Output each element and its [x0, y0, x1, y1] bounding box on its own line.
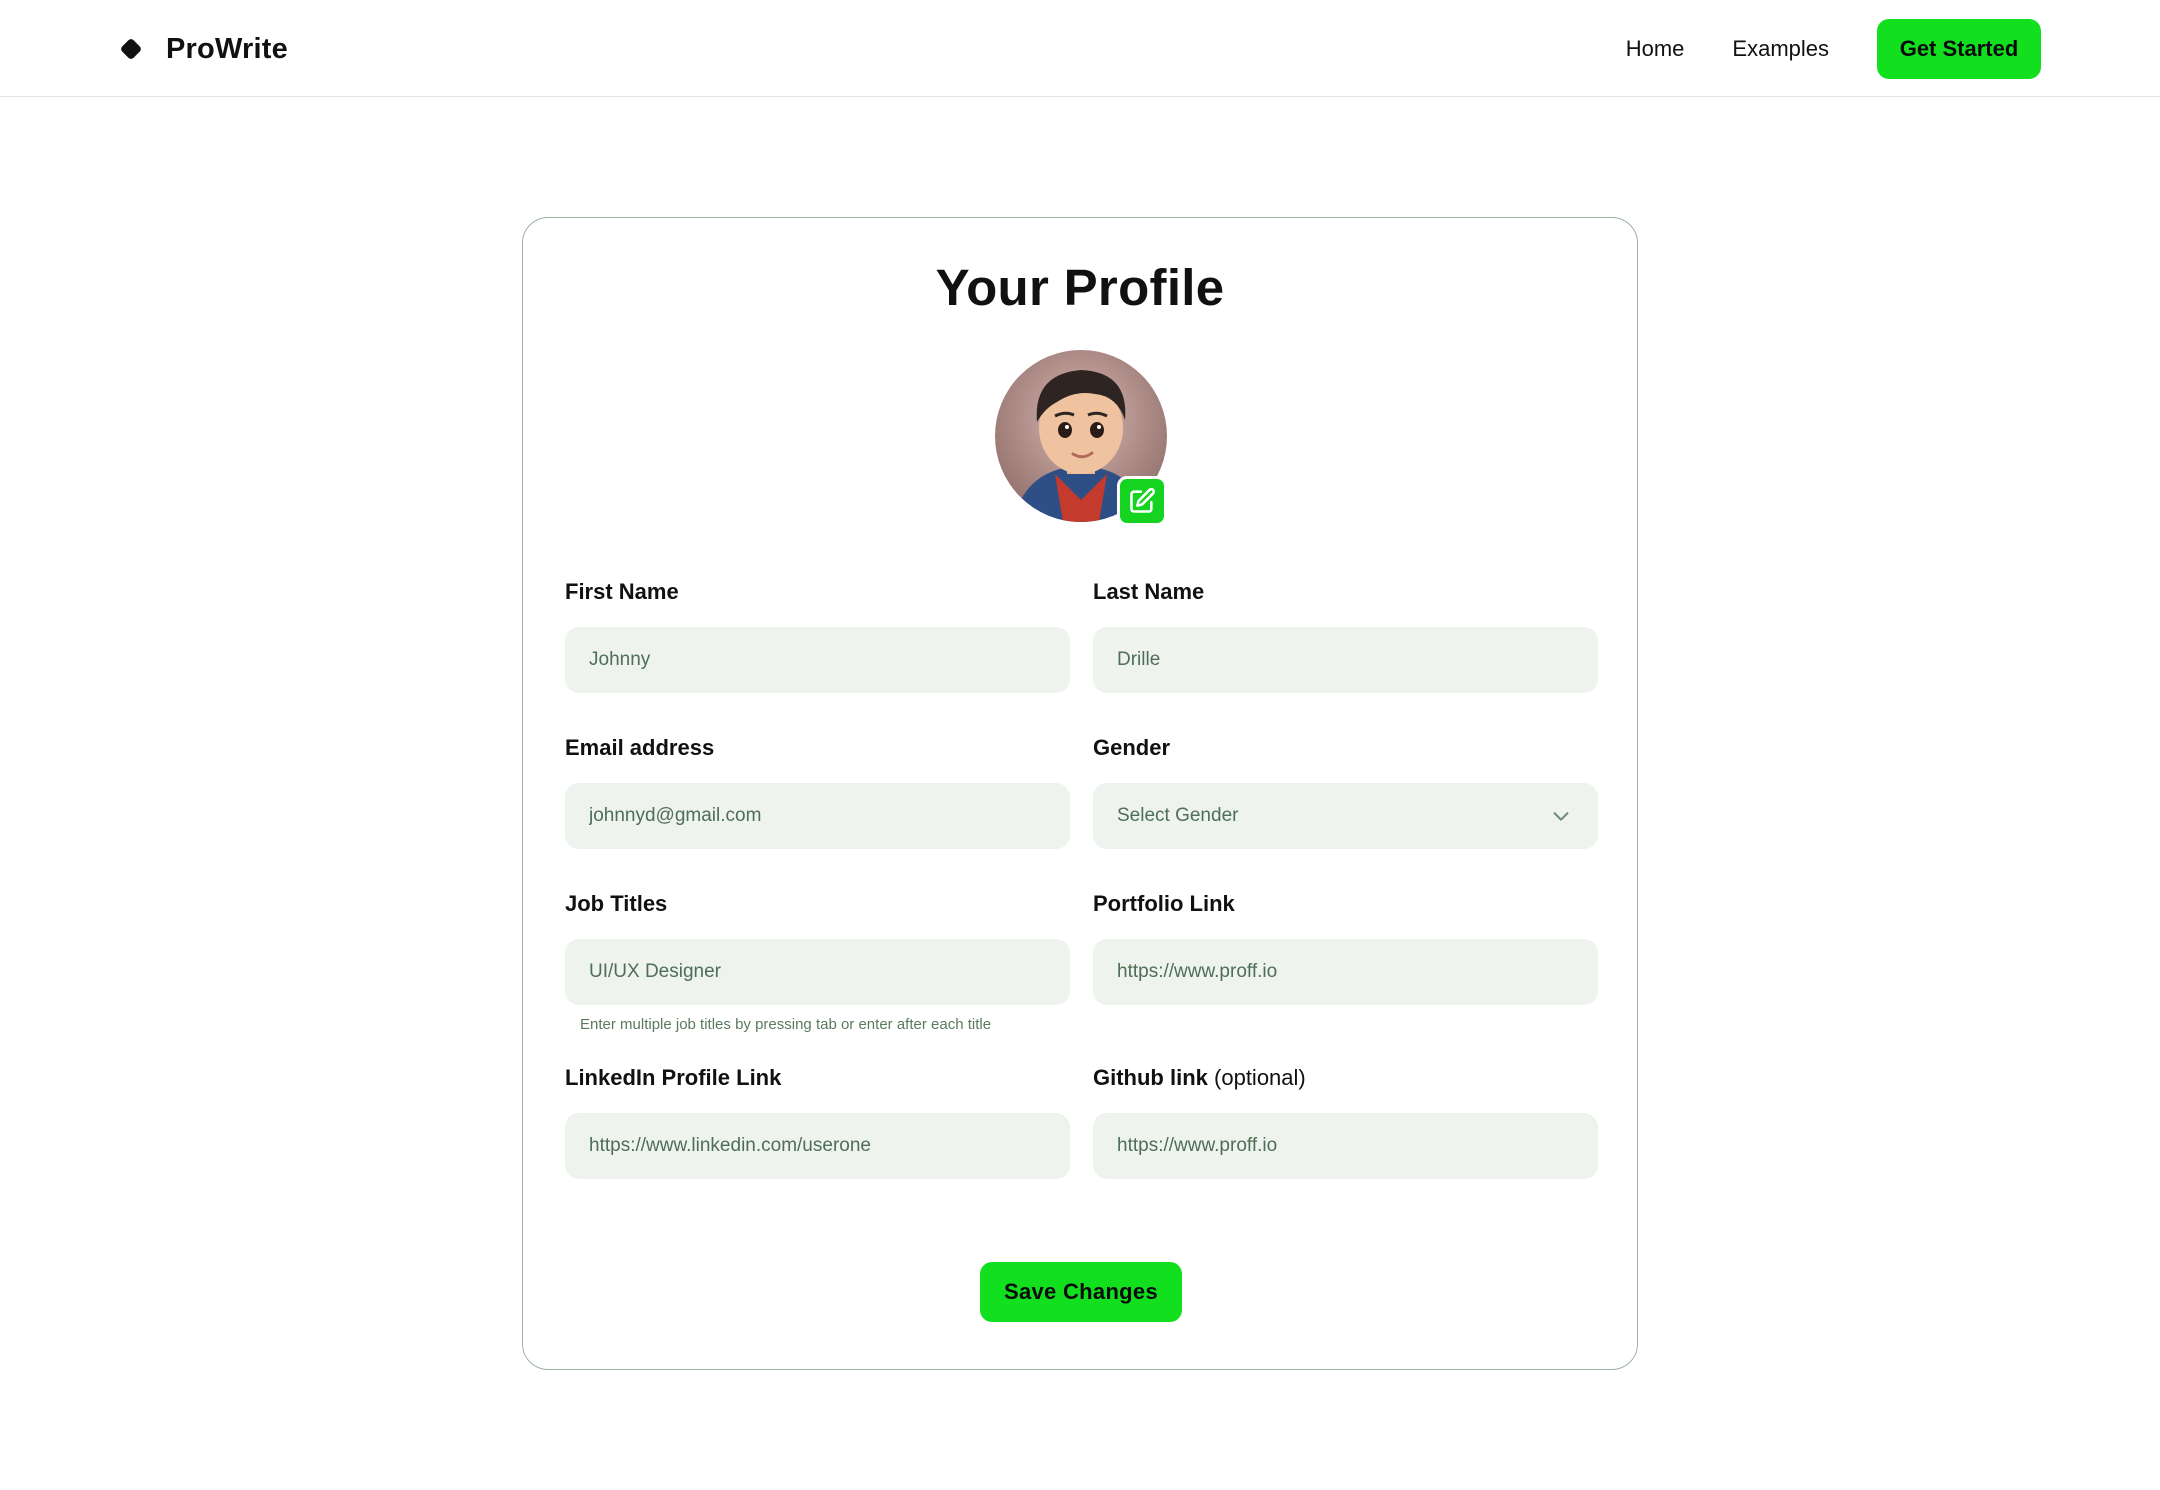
get-started-button[interactable]: Get Started	[1877, 19, 2041, 79]
gender-select-value: Select Gender	[1117, 805, 1239, 826]
linkedin-input[interactable]	[565, 1113, 1070, 1179]
linkedin-label: LinkedIn Profile Link	[565, 1065, 782, 1090]
first-name-field: First Name	[565, 578, 1070, 693]
email-field: Email address	[565, 734, 1070, 849]
edit-icon	[1130, 487, 1156, 513]
last-name-field: Last Name	[1093, 578, 1598, 693]
job-titles-field: Job Titles Enter multiple job titles by …	[565, 890, 1070, 1033]
portfolio-input[interactable]	[1093, 939, 1598, 1005]
email-label: Email address	[565, 735, 715, 760]
github-optional-text: (optional)	[1214, 1065, 1306, 1090]
brand-name: ProWrite	[166, 32, 288, 65]
top-navbar: ProWrite Home Examples Get Started	[0, 0, 2160, 97]
github-label: Github link (optional)	[1093, 1064, 1598, 1092]
last-name-label: Last Name	[1093, 579, 1205, 604]
chevron-down-icon	[1553, 812, 1569, 821]
portfolio-label: Portfolio Link	[1093, 891, 1235, 916]
gender-field: Gender Select Gender	[1093, 734, 1598, 849]
first-name-label: First Name	[565, 579, 679, 604]
save-changes-button[interactable]: Save Changes	[980, 1262, 1182, 1322]
first-name-input[interactable]	[565, 627, 1070, 693]
gender-select[interactable]: Select Gender	[1093, 783, 1598, 849]
profile-card: Your Profile First Name Johnny Last Name…	[522, 217, 1638, 1370]
github-field: Github link (optional)	[1093, 1064, 1598, 1179]
job-titles-label: Job Titles	[565, 891, 668, 916]
github-input[interactable]	[1093, 1113, 1598, 1179]
nav-examples[interactable]: Examples	[1732, 36, 1829, 62]
brand[interactable]: ProWrite	[118, 30, 288, 68]
linkedin-field: LinkedIn Profile Link	[565, 1064, 1070, 1179]
main-nav: Home Examples Get Started	[1626, 19, 2041, 79]
edit-avatar-button[interactable]	[1117, 476, 1167, 526]
gender-label: Gender	[1093, 735, 1171, 760]
logo-icon	[121, 39, 141, 59]
last-name-input[interactable]	[1093, 627, 1598, 693]
email-input[interactable]	[565, 783, 1070, 849]
portfolio-field: Portfolio Link	[1093, 890, 1598, 1005]
nav-home[interactable]: Home	[1626, 36, 1685, 62]
avatar-container	[995, 350, 1169, 528]
job-titles-hint: Enter multiple job titles by pressing ta…	[580, 1016, 992, 1033]
page-title: Your Profile	[935, 259, 1225, 316]
github-label-text: Github link	[1093, 1065, 1208, 1090]
job-titles-input[interactable]	[565, 939, 1070, 1005]
